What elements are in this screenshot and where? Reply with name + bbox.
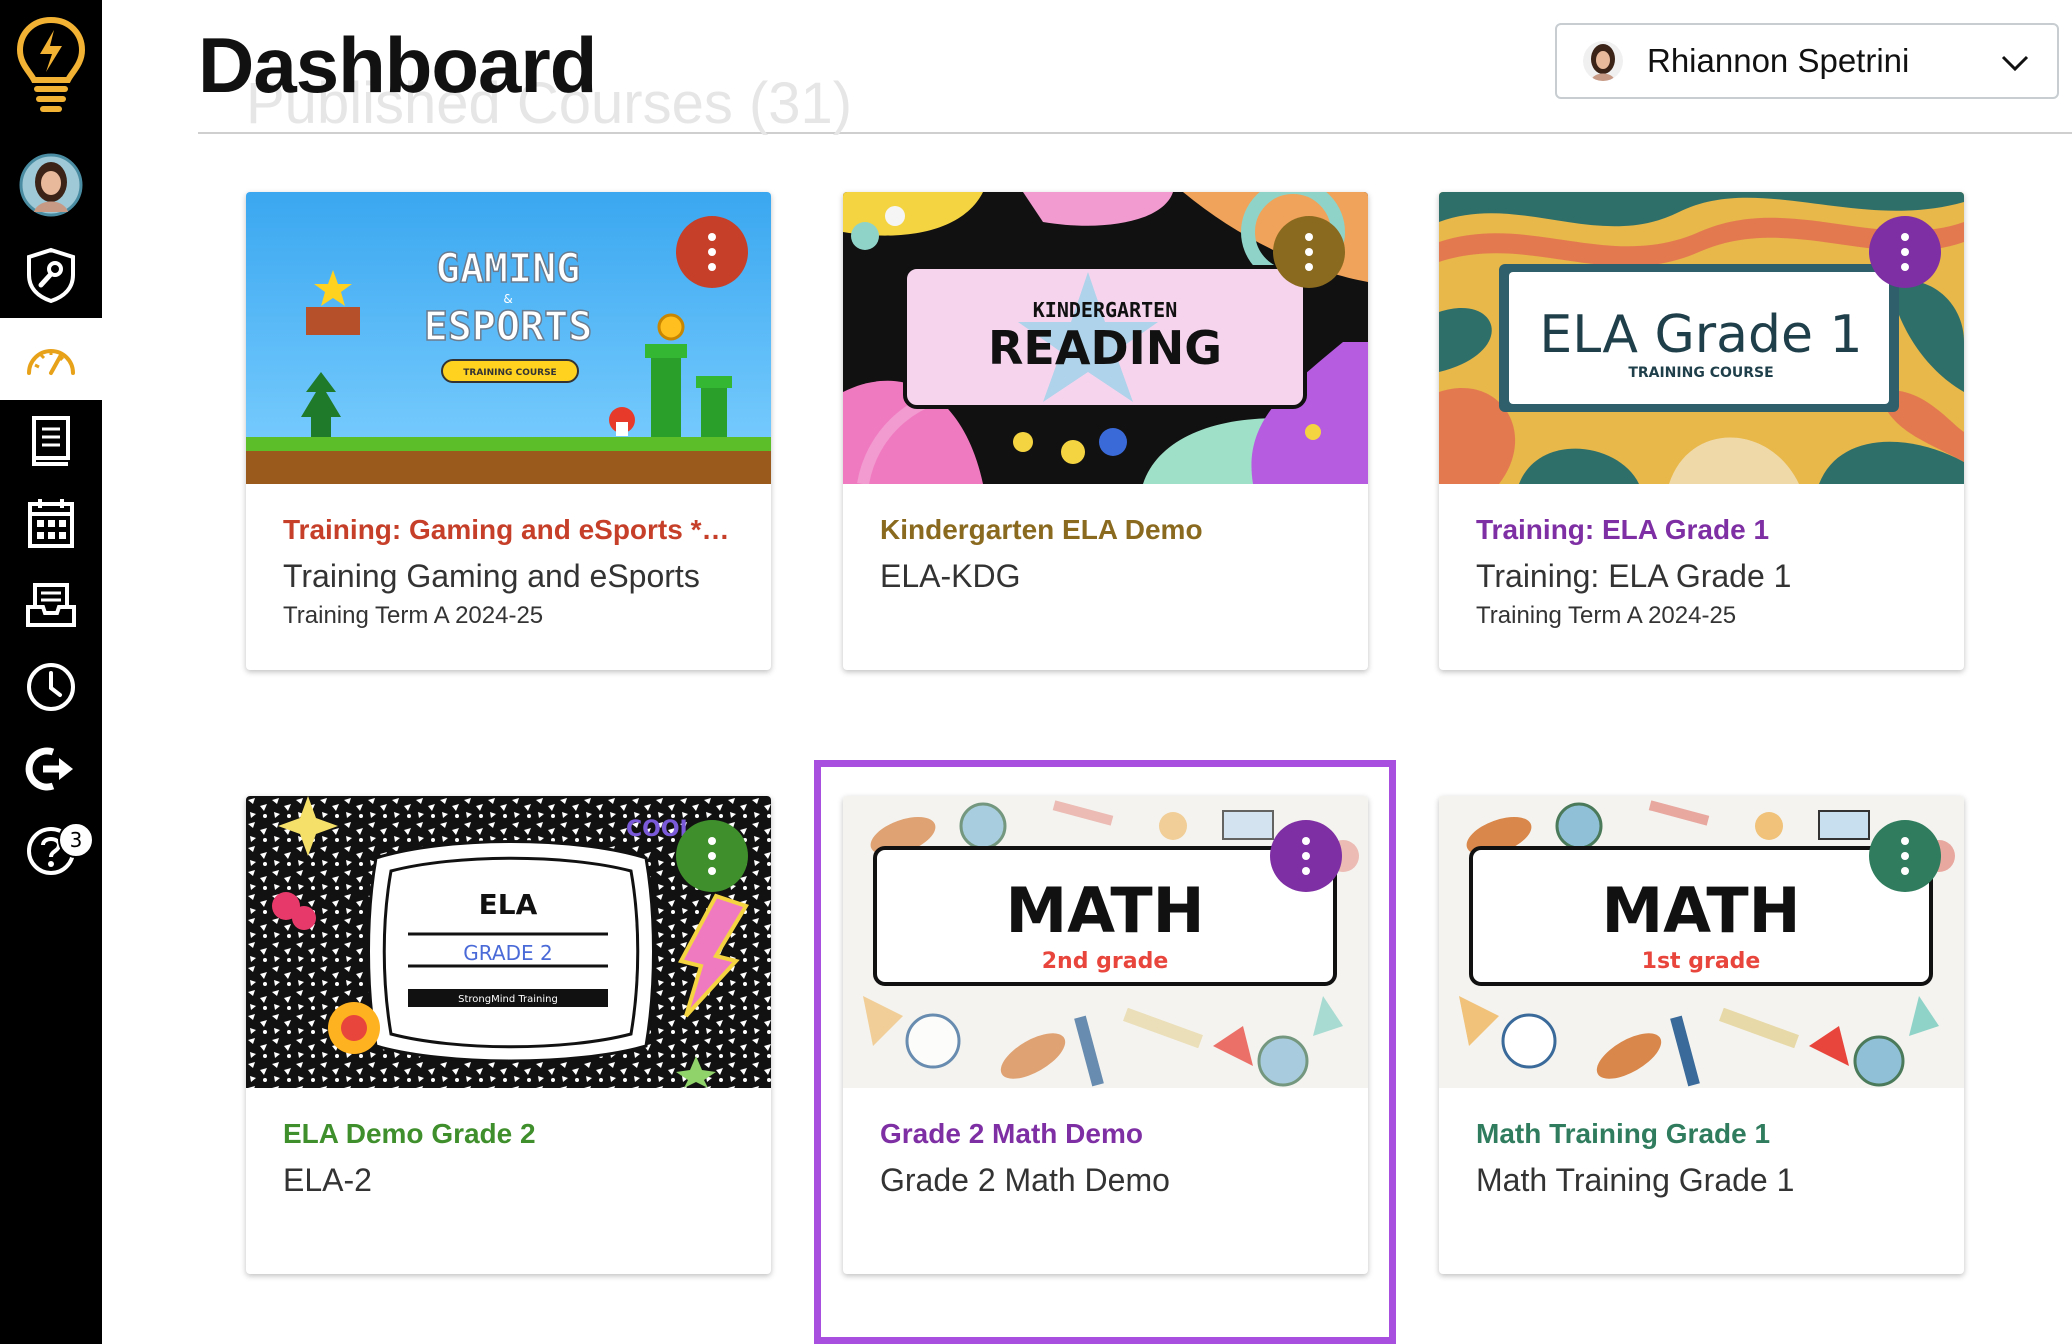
help-icon[interactable]: 3 [0,810,102,892]
user-name: Rhiannon Spetrini [1647,42,1910,79]
app: 3 Published Courses (31) Dashboard Rhian… [0,0,2072,1344]
course-card[interactable]: ELA GRADE 2 StrongMind Training COOL ELA… [246,796,771,1274]
course-title[interactable]: Training: Gaming and eSports *NE... [283,514,743,546]
clock-icon[interactable] [0,646,102,728]
banner-main-text: MATH [1601,874,1800,947]
user-switcher-dropdown[interactable]: Rhiannon Spetrini [1555,23,2059,99]
global-nav: 3 [0,0,102,1344]
course-term: Training Term A 2024-25 [1476,602,1737,629]
banner-main-text: ELA [479,888,538,921]
course-code: Training Gaming and eSports [283,558,700,594]
course-term: Training Term A 2024-25 [283,602,544,629]
chevron-down-icon [2001,55,2029,72]
course-options-button[interactable] [1270,820,1342,892]
share-arrow-icon[interactable] [0,728,102,810]
avatar [1583,41,1623,81]
banner-main-text: READING [988,321,1222,375]
banner-sub-text: GRADE 2 [463,941,552,965]
course-options-button[interactable] [1869,820,1941,892]
course-card[interactable]: GAMING & ESPORTS TRAINING COURSE Trainin… [246,192,771,670]
speedometer-icon [27,349,75,375]
banner-tag-text: TRAINING COURSE [463,368,556,378]
course-title[interactable]: Kindergarten ELA Demo [880,514,1340,546]
banner-main-text: ELA Grade 1 [1539,305,1862,365]
shield-wrench-icon[interactable] [0,234,102,316]
course-title[interactable]: Training: ELA Grade 1 [1476,514,1936,546]
banner-sub-text: TRAINING COURSE [1628,365,1773,381]
course-code: Training: ELA Grade 1 [1476,558,1792,594]
course-card[interactable]: KINDERGARTEN READING Kindergarten ELA De… [843,192,1368,670]
course-title[interactable]: Math Training Grade 1 [1476,1118,1936,1150]
course-card[interactable]: MATH 1st grade Math Training Grade 1 Mat… [1439,796,1964,1274]
course-options-button[interactable] [1869,216,1941,288]
banner-top-text: KINDERGARTEN [1033,298,1178,322]
calendar-icon[interactable] [0,482,102,564]
lightbulb-icon[interactable] [14,14,88,114]
course-options-button[interactable] [676,216,748,288]
help-badge: 3 [58,822,94,858]
course-options-button[interactable] [676,820,748,892]
course-code: ELA-2 [283,1162,372,1198]
course-title[interactable]: ELA Demo Grade 2 [283,1118,743,1150]
course-options-button[interactable] [1273,216,1345,288]
course-code: ELA-KDG [880,558,1021,594]
course-code: Math Training Grade 1 [1476,1162,1795,1198]
banner-sub-text: ESPORTS [424,304,593,350]
dashboard-nav-item[interactable] [0,318,102,400]
banner-main-text: GAMING [436,246,581,292]
courses-book-icon[interactable] [0,400,102,482]
page-title: Dashboard [198,21,597,109]
banner-tag-text: StrongMind Training [458,994,558,1005]
account-avatar[interactable] [0,144,102,226]
course-card[interactable]: ELA Grade 1 TRAINING COURSE Training: EL… [1439,192,1964,670]
banner-sub-text: 1st grade [1642,949,1761,974]
inbox-icon[interactable] [0,564,102,646]
selection-highlight-bottom [814,1337,1396,1344]
